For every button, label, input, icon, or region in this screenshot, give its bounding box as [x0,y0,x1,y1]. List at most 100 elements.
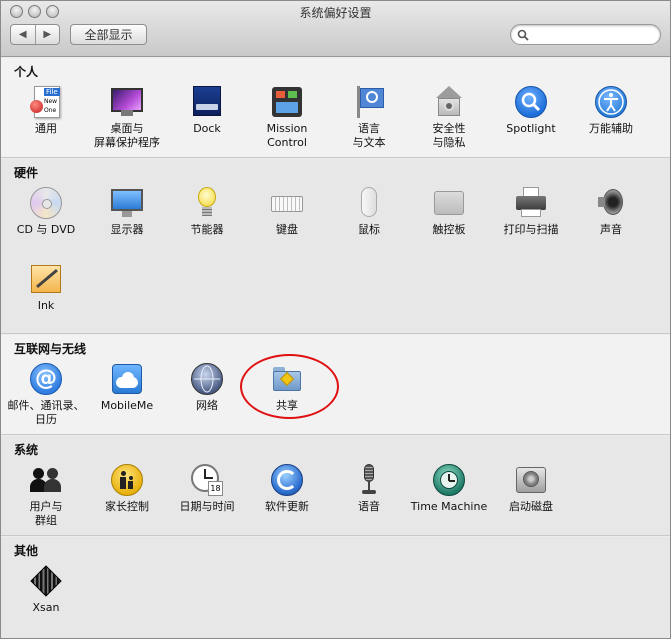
pref-label: 通用 [35,122,57,135]
pref-label: 声音 [600,223,622,236]
pref-security-privacy[interactable]: 安全性 与隐私 [409,86,489,150]
pref-keyboard[interactable]: 键盘 [247,187,327,237]
pref-desktop-screensaver[interactable]: 桌面与 屏幕保护程序 [87,86,167,150]
pref-label: Xsan [32,601,60,614]
universal-access-icon [595,86,627,118]
time-machine-icon [433,464,465,496]
system-preferences-window: 系统偏好设置 ◀ ▶ 全部显示 个人 File New One 通用 桌面与 屏… [0,0,671,639]
energy-saver-icon [191,187,223,219]
pref-parental-controls[interactable]: 家长控制 [87,464,167,514]
window-title: 系统偏好设置 [299,6,372,20]
speech-icon [353,464,385,496]
pref-label: Ink [37,299,55,312]
pref-label: Spotlight [506,122,556,135]
section-internet-wireless: 互联网与无线 @ 邮件、通讯录、 日历 MobileMe 网络 共享 [1,335,670,435]
ink-icon [30,263,62,295]
pref-xsan[interactable]: Xsan [6,565,86,615]
section-title: 其他 [14,544,39,558]
pref-label: 用户与 群组 [29,500,63,527]
pref-trackpad[interactable]: 触控板 [409,187,489,237]
pref-label: 语言 与文本 [352,122,386,149]
pref-language-text[interactable]: 语言 与文本 [329,86,409,150]
sound-icon [595,187,627,219]
mail-contacts-calendars-icon: @ [30,363,62,395]
desktop-screensaver-icon [111,86,143,118]
pref-label: 打印与扫描 [503,223,559,236]
pref-users-groups[interactable]: 用户与 群组 [6,464,86,528]
pref-label: 网络 [196,399,218,412]
pref-label: 鼠标 [358,223,380,236]
pref-energy-saver[interactable]: 节能器 [167,187,247,237]
pref-mobileme[interactable]: MobileMe [87,363,167,413]
section-title: 互联网与无线 [14,342,87,356]
security-privacy-icon [433,86,465,118]
pref-label: 日期与时间 [179,500,235,513]
pref-universal-access[interactable]: 万能辅助 [571,86,651,136]
pref-time-machine[interactable]: Time Machine [409,464,489,514]
pref-network[interactable]: 网络 [167,363,247,413]
pref-label: 触控板 [432,223,466,236]
section-system: 系统 用户与 群组 家长控制 18 日期与时间 软件更新 语音 Time Mac… [1,436,670,536]
pref-displays[interactable]: 显示器 [87,187,167,237]
pref-label: CD 与 DVD [16,223,76,236]
cd-dvd-icon [30,187,62,219]
pref-software-update[interactable]: 软件更新 [247,464,327,514]
show-all-button[interactable]: 全部显示 [70,24,147,45]
general-icon: File New One [30,86,62,118]
pref-label: 共享 [276,399,298,412]
section-personal: 个人 File New One 通用 桌面与 屏幕保护程序 Dock Missi… [1,58,670,158]
pref-label: 桌面与 屏幕保护程序 [94,122,160,149]
users-groups-icon [30,464,62,496]
pref-date-time[interactable]: 18 日期与时间 [167,464,247,514]
displays-icon [111,187,143,219]
forward-button[interactable]: ▶ [34,25,60,44]
pref-general[interactable]: File New One 通用 [6,86,86,136]
mission-control-icon [271,86,303,118]
trackpad-icon [433,187,465,219]
pref-print-scan[interactable]: 打印与扫描 [491,187,571,237]
network-icon [191,363,223,395]
pref-label: Time Machine [410,500,488,513]
pref-cd-dvd[interactable]: CD 与 DVD [6,187,86,237]
search-input[interactable] [533,27,655,42]
software-update-icon [271,464,303,496]
pref-label: 启动磁盘 [509,500,553,513]
parental-controls-icon [111,464,143,496]
title-bar: 系统偏好设置 ◀ ▶ 全部显示 [1,1,670,57]
pref-mouse[interactable]: 鼠标 [329,187,409,237]
pref-label: 节能器 [190,223,224,236]
section-other: 其他 Xsan [1,537,670,638]
pref-startup-disk[interactable]: 启动磁盘 [491,464,571,514]
section-hardware: 硬件 CD 与 DVD 显示器 节能器 键盘 鼠标 触控板 打印与扫描 声音 I… [1,159,670,334]
pref-speech[interactable]: 语音 [329,464,409,514]
language-text-icon [353,86,385,118]
pref-spotlight[interactable]: Spotlight [491,86,571,136]
keyboard-icon [271,187,303,219]
search-icon [517,29,529,41]
section-title: 个人 [14,65,39,79]
pref-sharing[interactable]: 共享 [247,363,327,413]
pref-label: MobileMe [100,399,154,412]
mouse-icon [353,187,385,219]
back-button[interactable]: ◀ [11,25,35,44]
pref-label: Mission Control [266,122,308,149]
pref-sound[interactable]: 声音 [571,187,651,237]
sharing-icon [271,363,303,395]
spotlight-icon [515,86,547,118]
startup-disk-icon [515,464,547,496]
pref-label: Dock [193,122,221,135]
pref-mission-control[interactable]: Mission Control [247,86,327,150]
search-field[interactable] [510,24,661,45]
dock-icon [191,86,223,118]
pref-mail-contacts-calendars[interactable]: @ 邮件、通讯录、 日历 [6,363,86,427]
pref-label: 家长控制 [105,500,149,513]
pref-label: 安全性 与隐私 [432,122,466,149]
section-title: 硬件 [14,166,39,180]
back-forward-control: ◀ ▶ [10,24,60,45]
pref-dock[interactable]: Dock [167,86,247,136]
pref-ink[interactable]: Ink [6,263,86,313]
pref-label: 显示器 [110,223,144,236]
date-time-icon: 18 [191,464,223,496]
pref-label: 邮件、通讯录、 日历 [7,399,85,426]
pref-label: 万能辅助 [589,122,633,135]
